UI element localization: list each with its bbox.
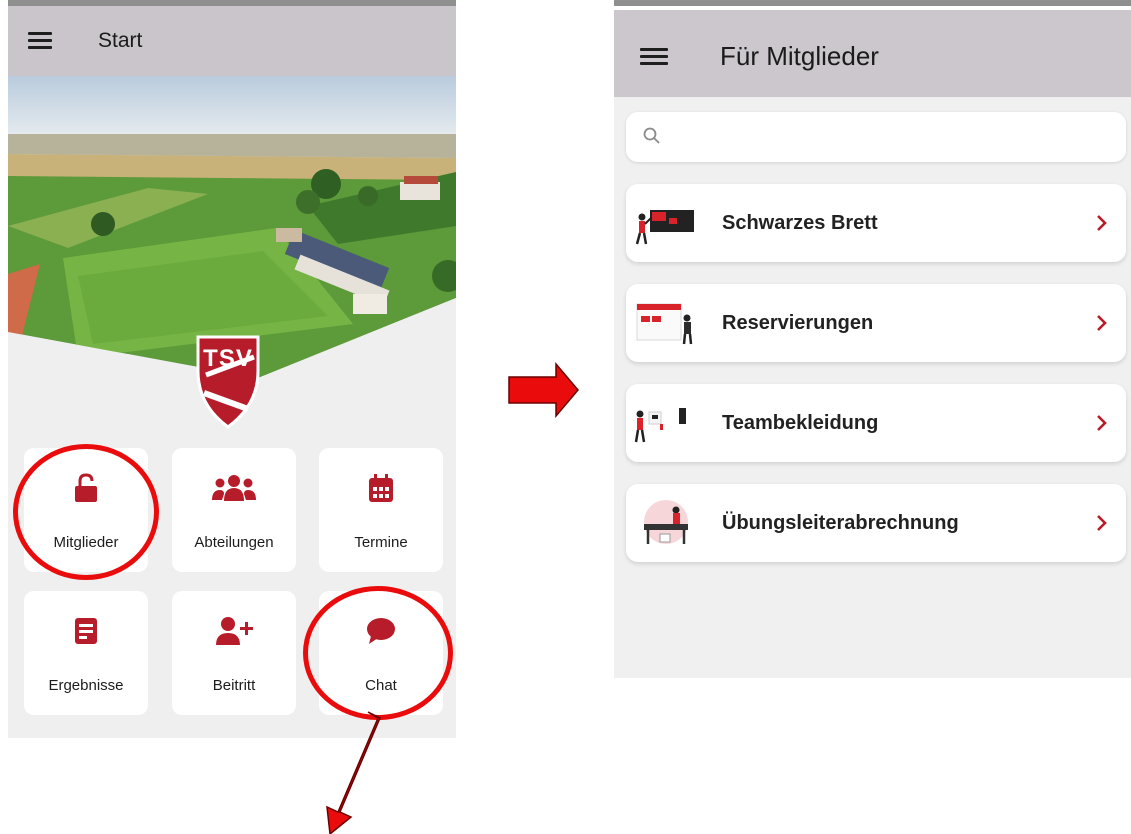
menu-item-uebungsleiterabrechnung[interactable]: Übungsleiterabrechnung [626, 484, 1126, 562]
tile-termine[interactable]: Termine [319, 448, 443, 572]
arrow-right [508, 362, 579, 418]
reservation-illustration [636, 303, 693, 345]
menu-icon[interactable] [28, 32, 52, 50]
bulletin-board-illustration [635, 210, 694, 245]
menu-item-label: Schwarzes Brett [722, 212, 878, 234]
app-bar: Start [8, 6, 456, 76]
menu-item-label: Übungsleiterabrechnung [722, 512, 959, 534]
users-icon [172, 470, 296, 506]
team-clothing-illustration [634, 408, 686, 443]
club-logo-text: TSV [203, 345, 253, 372]
menu-item-label: Teambekleidung [722, 412, 879, 434]
add-user-icon [172, 613, 296, 649]
page-title: Start [98, 29, 143, 52]
trainer-billing-illustration [644, 500, 688, 544]
chevron-right-icon [1097, 315, 1107, 331]
tile-label: Beitritt [212, 677, 256, 694]
chevron-right-icon [1097, 515, 1107, 531]
highlight-circle-chat [303, 586, 453, 720]
tile-label: Ergebnisse [48, 677, 124, 694]
tile-ergebnisse[interactable]: Ergebnisse [24, 591, 148, 715]
menu-item-reservierungen[interactable]: Reservierungen [626, 284, 1126, 362]
club-logo: TSV [196, 335, 260, 429]
document-icon [24, 613, 148, 649]
members-screen: Für Mitglieder Schwarzes Brett Reservier… [614, 10, 1131, 678]
search-icon [643, 127, 660, 144]
tile-label: Termine [354, 534, 408, 551]
menu-item-label: Reservierungen [722, 312, 874, 334]
tile-beitritt[interactable]: Beitritt [172, 591, 296, 715]
arrow-down [326, 711, 381, 834]
chevron-right-icon [1097, 215, 1107, 231]
app-bar: Für Mitglieder [614, 10, 1131, 97]
tile-abteilungen[interactable]: Abteilungen [172, 448, 296, 572]
menu-icon[interactable] [640, 48, 668, 66]
menu-item-schwarzes-brett[interactable]: Schwarzes Brett [626, 184, 1126, 262]
search-bar[interactable] [626, 112, 1126, 162]
menu-item-teambekleidung[interactable]: Teambekleidung [626, 384, 1126, 462]
page-title: Für Mitglieder [720, 41, 879, 71]
chevron-right-icon [1097, 415, 1107, 431]
calendar-icon [319, 470, 443, 506]
highlight-circle-mitglieder [13, 444, 159, 580]
tile-label: Abteilungen [194, 534, 274, 551]
